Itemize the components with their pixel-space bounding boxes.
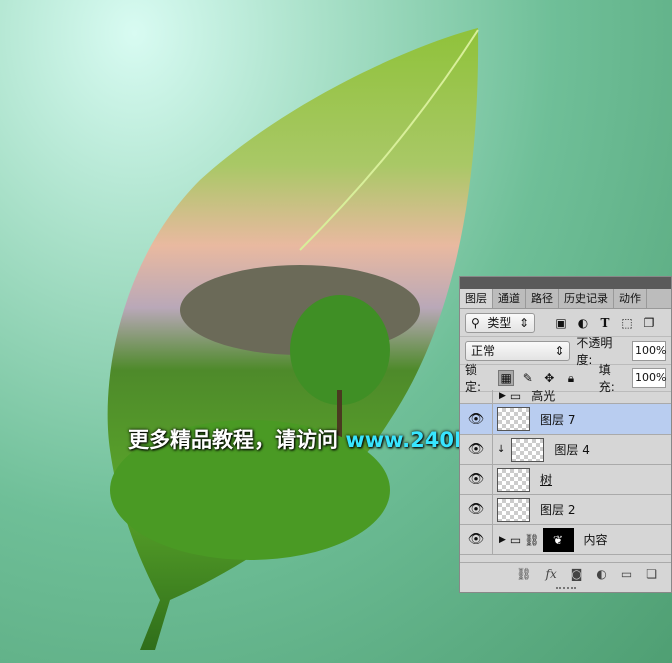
layer-thumbnail [511,437,545,462]
lock-position-move-icon[interactable]: ✥ [542,371,558,385]
eye-icon[interactable]: 👁︎ [460,495,493,524]
fx-icon[interactable]: fx [546,567,557,581]
add-mask-icon[interactable]: ◙ [571,567,583,581]
new-layer-icon[interactable]: ❏ [646,567,657,581]
folder-icon: ▭ [509,532,522,547]
tab-paths[interactable]: 路径 [526,289,559,308]
layer-name: 内容 [583,533,608,547]
fill-input[interactable]: 100% [632,368,666,388]
resize-grip[interactable] [556,587,576,591]
panel-tabs: 图层 通道 路径 历史记录 动作 [460,289,671,309]
layer-row-content[interactable]: 👁︎ ▶ ▭ ⛓ ❦ 内容 [460,525,671,555]
blend-mode-value: 正常 [471,344,496,358]
eye-icon[interactable]: 👁︎ [460,435,493,464]
panel-titlebar[interactable] [460,277,671,289]
tab-history[interactable]: 历史记录 [559,289,614,308]
blend-mode-select[interactable]: 正常 ⇕ [465,340,571,361]
eye-icon[interactable]: 👁︎ [460,465,493,494]
tab-layers[interactable]: 图层 [460,289,493,308]
tree-canopy [290,295,390,405]
updown-icon: ⇕ [518,315,529,330]
adjustment-filter-icon[interactable]: ◐ [575,316,591,330]
search-icon: ⚲ [471,315,480,330]
layer-name: 图层 2 [540,503,576,517]
type-filter-icon[interactable]: T [597,316,613,330]
layer-name: 图层 7 [540,412,576,427]
new-group-icon[interactable]: ▭ [621,567,632,581]
eye-icon[interactable]: 👁︎ [460,525,493,554]
image-filter-icon[interactable]: ▣ [553,316,569,330]
layer-row-layer4[interactable]: 👁︎ ↓ 图层 4 [460,435,671,465]
layer-row-layer2[interactable]: 👁︎ 图层 2 [460,495,671,525]
layer-row-layer7[interactable]: 👁︎ 图层 7 [460,404,671,435]
adjustment-layer-icon[interactable]: ◐ [596,567,606,581]
smart-object-filter-icon[interactable]: ❐ [641,316,657,330]
layer-row-tree[interactable]: 👁︎ 树 [460,465,671,495]
layer-name: 高光 [531,390,556,403]
folder-icon: ▭ [509,390,522,403]
visibility-toggle-empty[interactable] [460,390,493,403]
layers-panel: 图层 通道 路径 历史记录 动作 ⚲ 类型 ⇕ ▣ ◐ T ⬚ ❐ 正常 ⇕ 不透明度… [459,276,672,593]
opacity-input[interactable]: 100% [632,340,666,361]
layer-name: 树 [540,473,553,487]
panel-bottom-toolbar: ⛓ fx ◙ ◐ ▭ ❏ [460,562,671,584]
shape-filter-icon[interactable]: ⬚ [619,316,635,330]
layer-mask-thumbnail[interactable]: ❦ [542,527,574,552]
tab-channels[interactable]: 通道 [493,289,526,308]
layer-thumbnail [497,497,530,522]
layer-name: 图层 4 [554,443,590,457]
filter-kind-select[interactable]: ⚲ 类型 ⇕ [465,312,535,333]
layer-thumbnail [497,407,530,431]
link-icon[interactable]: ⛓ [524,533,539,547]
lock-transparency-icon[interactable]: ▦ [498,370,514,386]
layer-row-highlight[interactable]: ▶ ▭ 高光 [460,390,671,404]
lock-all-icon[interactable]: 🔒︎ [563,371,579,386]
expand-arrow-icon[interactable]: ▶ [499,391,506,401]
smart-object-thumbnail [497,467,530,492]
filter-label: 类型 [487,316,512,330]
eye-icon[interactable]: 👁︎ [460,404,493,434]
tab-actions[interactable]: 动作 [614,289,647,308]
link-layers-icon[interactable]: ⛓ [516,567,531,581]
lock-pixels-brush-icon[interactable]: ✎ [520,371,536,385]
expand-arrow-icon[interactable]: ▶ [499,535,506,545]
updown-icon: ⇕ [554,343,565,358]
watermark-text: 更多精品教程，请访问 [128,428,346,452]
layers-list: ▶ ▭ 高光 👁︎ 图层 7 👁︎ ↓ 图层 4 👁︎ 树 👁︎ 图层 2 👁︎… [460,390,671,566]
clipping-arrow-icon: ↓ [497,444,506,455]
